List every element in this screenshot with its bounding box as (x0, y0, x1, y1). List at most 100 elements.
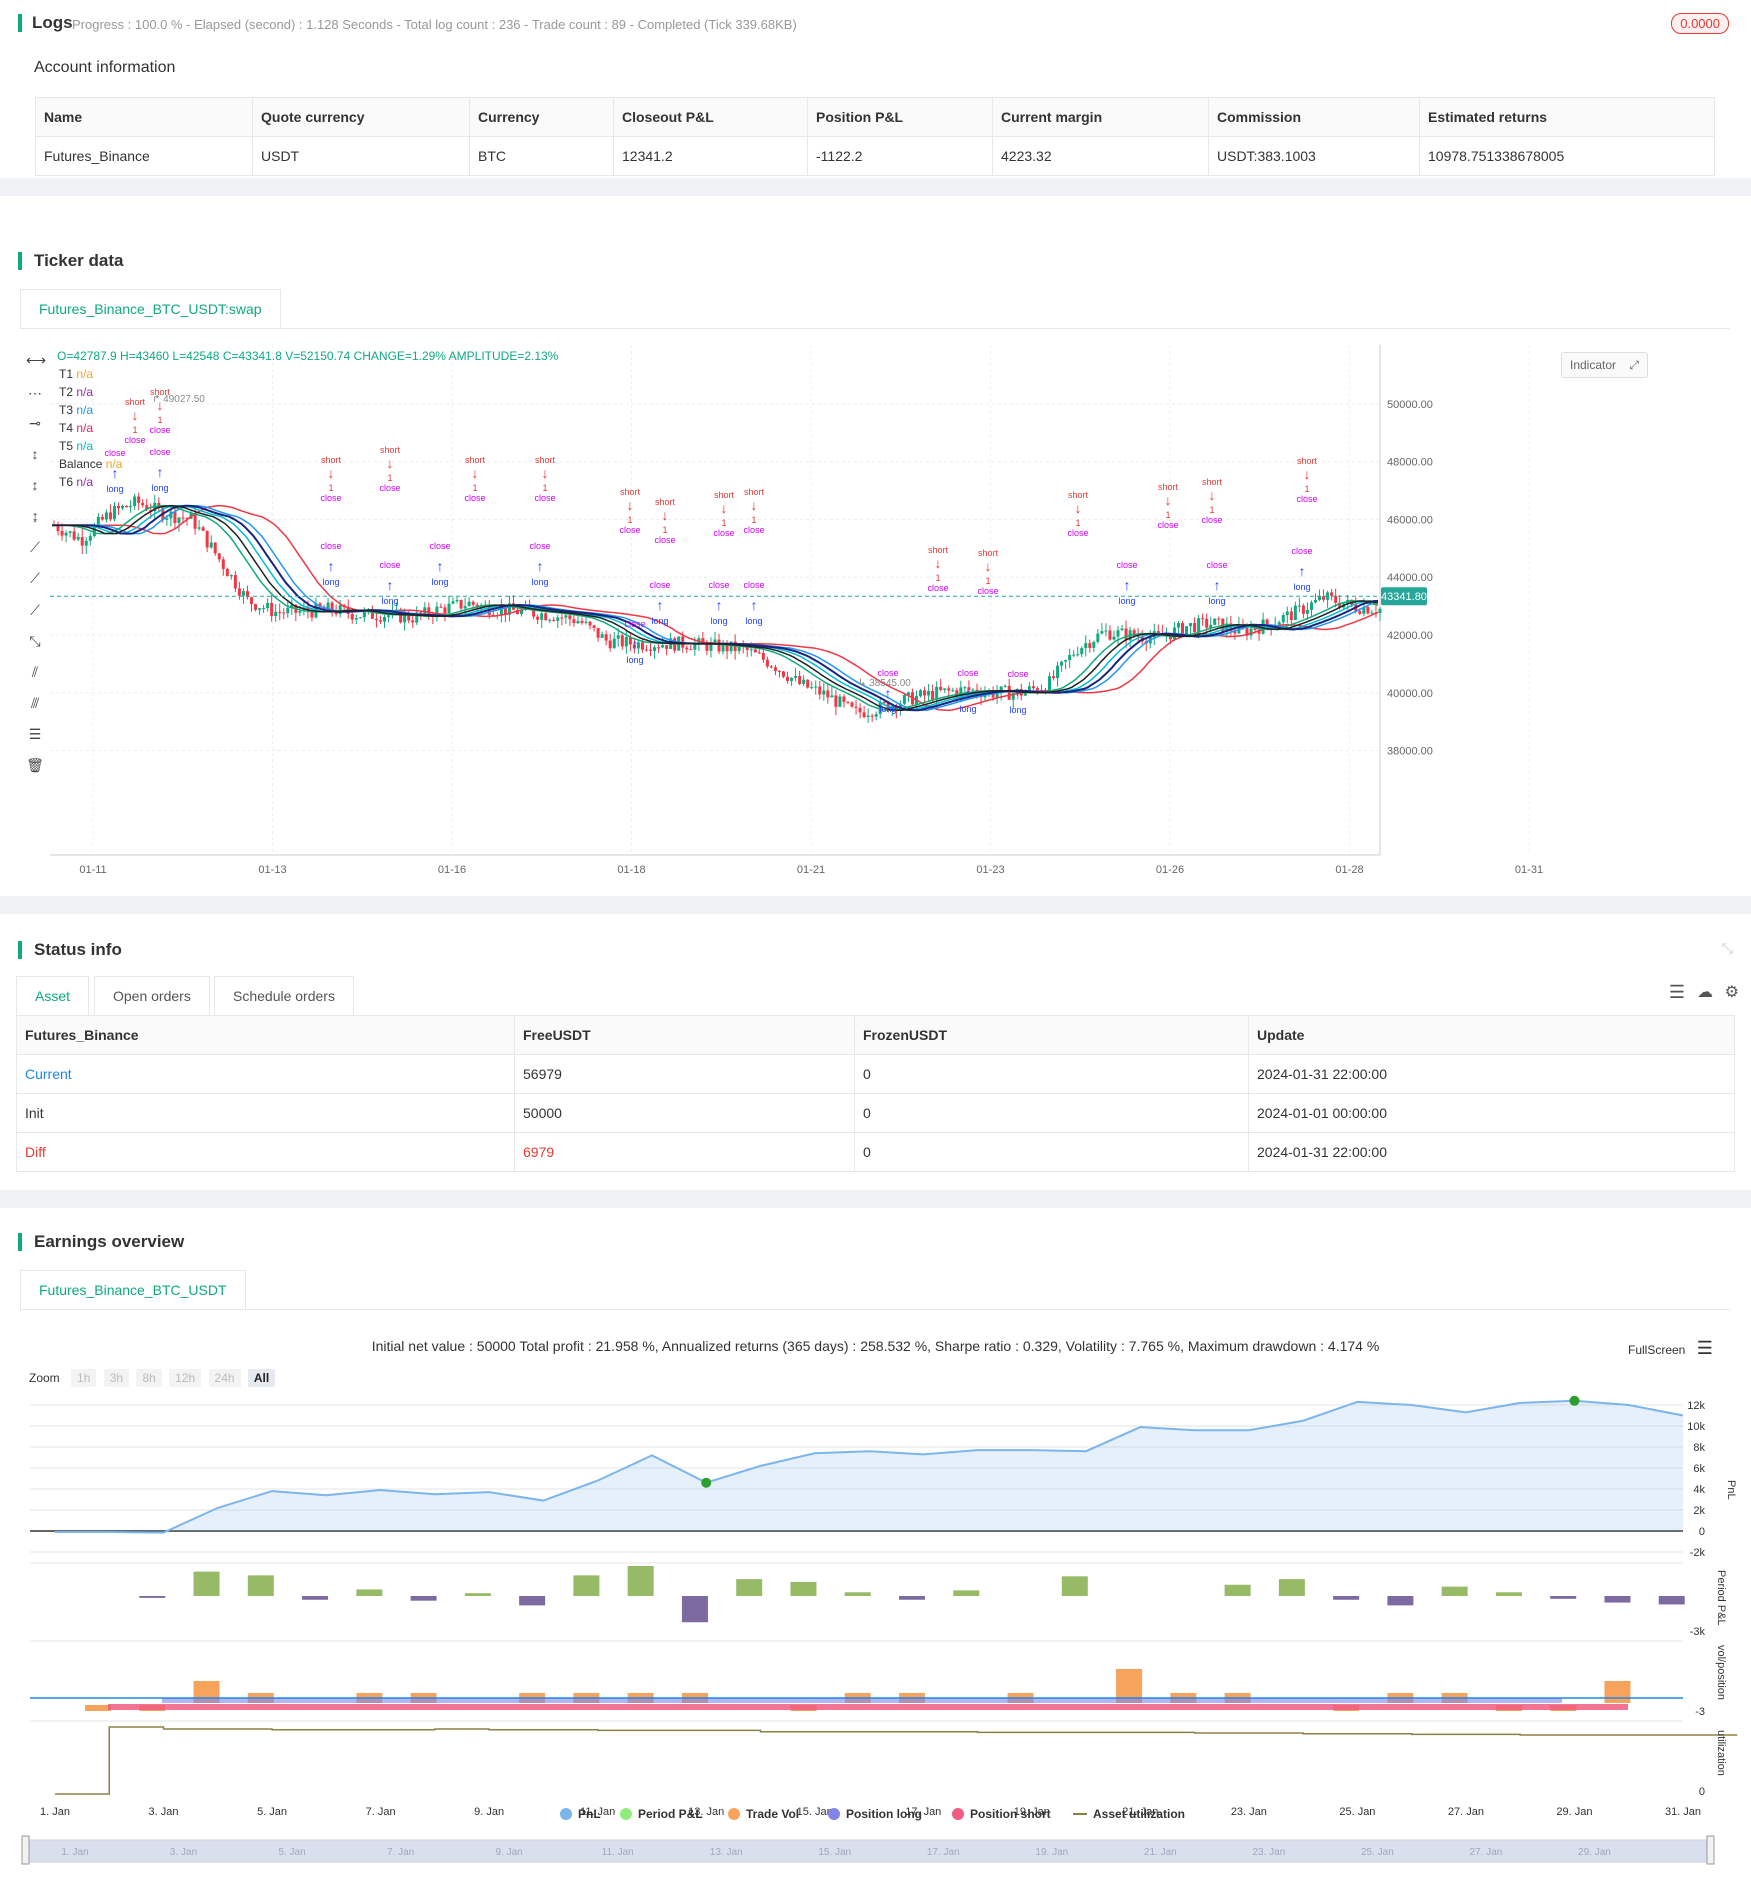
fibonacci-icon[interactable]: ⫻ (26, 694, 44, 712)
ray-line-icon[interactable]: ⊸ (26, 414, 44, 432)
candle-body (794, 676, 798, 678)
asset-cell: Diff (16, 1132, 515, 1172)
zoom-all-button[interactable]: All (247, 1369, 276, 1387)
x-tick-label: 01-23 (976, 864, 1004, 876)
trash-icon[interactable]: 🗑 (26, 756, 44, 774)
fib-levels-icon[interactable]: ☰ (26, 725, 44, 743)
candle-body (923, 690, 927, 696)
list-icon[interactable]: ☰ (1669, 982, 1685, 1003)
util-axis-title: utilization (1715, 1730, 1727, 1776)
candle-body (1309, 602, 1313, 610)
tab-schedule-orders[interactable]: Schedule orders (214, 976, 354, 1015)
indicator-legend-item: T4 n/a (59, 421, 93, 435)
candle-body (1096, 633, 1100, 642)
candle-body (1189, 623, 1193, 627)
candle-body (274, 611, 278, 616)
long-signal-label: long (959, 704, 976, 714)
utilization-line (55, 1726, 1738, 1795)
zoom-8h-button[interactable]: 8h (136, 1369, 162, 1387)
crosshair-line-icon[interactable]: ⟷ (26, 351, 46, 369)
candle-body (225, 568, 229, 577)
candle-body (644, 649, 648, 651)
price-label-icon[interactable]: ⤡ (26, 632, 44, 650)
vertical-line-icon[interactable]: ↕ (26, 445, 44, 463)
arrow-line-icon[interactable]: ⟋ (26, 601, 44, 619)
cloud-download-icon[interactable]: ☁ (1697, 982, 1713, 1002)
candle-body (451, 601, 455, 604)
tab-ticker-symbol[interactable]: Futures_Binance_BTC_USDT:swap (20, 289, 281, 328)
indicator-button[interactable]: Indicator ⤢ (1561, 352, 1648, 378)
account-col-current-margin: Current margin (992, 97, 1209, 137)
earnings-legend-item[interactable]: Position long (828, 1807, 922, 1821)
candle-body (80, 536, 84, 546)
earnings-legend-item[interactable]: Period P&L (620, 1807, 703, 1821)
zoom-24h-button[interactable]: 24h (208, 1369, 241, 1387)
close-signal-label: close (957, 668, 978, 678)
candle-body (951, 690, 955, 692)
zoom-12h-button[interactable]: 12h (169, 1369, 202, 1387)
candle-body (1281, 615, 1285, 623)
candle-body (1092, 641, 1096, 648)
earnings-legend-item[interactable]: Asset utilization (1073, 1807, 1185, 1821)
candle-body (1285, 611, 1289, 616)
earnings-legend-item[interactable]: PnL (560, 1807, 601, 1821)
close-signal-label: close (1296, 494, 1317, 504)
zoom-3h-button[interactable]: 3h (103, 1369, 130, 1387)
parallel-channel-icon[interactable]: ⫽ (26, 663, 44, 681)
short-signal-label: short (535, 455, 556, 465)
horizontal-line-icon[interactable]: ⋯ (26, 384, 44, 402)
candle-body (814, 686, 818, 688)
pnl-tick-label: 10k (1687, 1421, 1705, 1433)
close-signal-label: close (124, 435, 145, 445)
period-pnl-bar (519, 1596, 546, 1606)
candle-body (1314, 599, 1317, 603)
tab-asset[interactable]: Asset (16, 976, 90, 1015)
tab-earnings-symbol[interactable]: Futures_Binance_BTC_USDT (20, 1270, 246, 1309)
navigator-tick-label: 15. Jan (818, 1847, 851, 1858)
long-arrow-icon: ↑ (387, 577, 394, 593)
segment-icon[interactable]: ⟋ (26, 569, 44, 587)
short-signal-label: short (321, 455, 342, 465)
candlestick-chart[interactable]: 50000.00 48000.00 46000.00 44000.00 42000.00… (50, 345, 1740, 885)
candle-body (270, 602, 274, 616)
candle-body (874, 714, 878, 717)
candle-body (1193, 623, 1197, 633)
period-pnl-bar (464, 1593, 491, 1596)
candle-body (866, 715, 870, 717)
asset-cell: 2024-01-31 22:00:00 (1248, 1054, 1735, 1094)
logs-status-text: Progress : 100.0 % - Elapsed (second) : … (72, 17, 797, 32)
signal-qty-label: 1 (1209, 505, 1214, 515)
fullscreen-button[interactable]: FullScreen ☰ (1628, 1338, 1713, 1359)
asset-col-free: FreeUSDT (514, 1015, 855, 1055)
close-signal-label: close (1067, 528, 1088, 538)
short-arrow-icon: ↓ (935, 555, 942, 571)
long-arrow-icon: ↑ (632, 636, 639, 652)
asset-row-diff: Diff 6979 0 2024-01-31 22:00:00 (16, 1132, 1735, 1172)
trend-line-icon[interactable]: ⟋ (26, 538, 44, 556)
pnl-tick-label: 4k (1693, 1484, 1705, 1496)
short-signal-label: short (125, 397, 146, 407)
candle-body (1205, 618, 1209, 628)
candle-body (310, 612, 314, 618)
long-arrow-icon: ↑ (965, 685, 972, 701)
zoom-1h-button[interactable]: 1h (71, 1369, 97, 1387)
earnings-legend-item[interactable]: Trade Vol (728, 1807, 799, 1821)
tab-open-orders[interactable]: Open orders (94, 976, 210, 1015)
vertical-segment-icon[interactable]: ↕ (26, 476, 44, 494)
close-signal-label: close (534, 493, 555, 503)
period-pnl-bar (573, 1575, 600, 1596)
period-pnl-bar (302, 1596, 329, 1600)
account-col-name: Name (35, 97, 253, 137)
price-line-icon[interactable]: ↨ (26, 507, 44, 525)
legend-symbol-icon (620, 1808, 632, 1820)
candle-body (165, 518, 169, 520)
earnings-legend-item[interactable]: Position short (952, 1807, 1051, 1821)
navigator-tick-label: 11. Jan (602, 1847, 634, 1858)
candle-body (1185, 626, 1189, 635)
candle-body (266, 602, 270, 608)
candle-body (1104, 630, 1108, 632)
close-signal-label: close (320, 493, 341, 503)
collapse-icon[interactable]: ⤡ (1722, 940, 1733, 957)
earnings-title: Earnings overview (18, 1233, 184, 1251)
settings-gear-icon[interactable]: ⚙ (1725, 982, 1739, 1002)
